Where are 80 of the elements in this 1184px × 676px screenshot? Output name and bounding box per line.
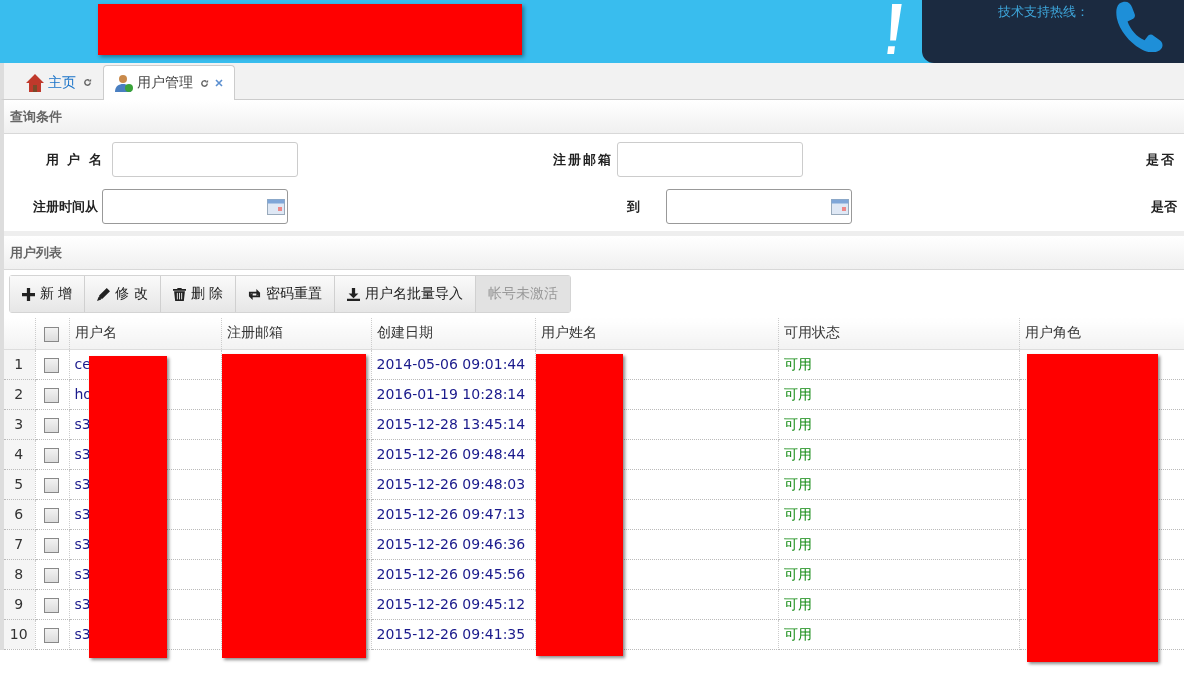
column-header[interactable]: 注册邮箱 bbox=[221, 318, 371, 349]
table-cell: 2015-12-26 09:45:12 bbox=[371, 589, 535, 619]
column-header[interactable]: 可用状态 bbox=[778, 318, 1019, 349]
table-cell: 可用 bbox=[778, 559, 1019, 589]
table-cell: 2014-05-06 09:01:44 bbox=[371, 349, 535, 379]
select-all-checkbox[interactable] bbox=[44, 326, 59, 342]
table-cell: 2015-12-26 09:46:36 bbox=[371, 529, 535, 559]
house-icon bbox=[25, 72, 45, 93]
row-checkbox[interactable] bbox=[44, 627, 59, 643]
download-icon bbox=[347, 287, 361, 301]
field-label: 注册邮箱 bbox=[551, 150, 614, 169]
row-checkbox[interactable] bbox=[44, 567, 59, 583]
row-checkbox[interactable] bbox=[44, 447, 59, 463]
row-number: 5 bbox=[4, 469, 35, 499]
calendar-icon bbox=[267, 198, 285, 215]
tab-label: 主页 bbox=[48, 73, 76, 92]
plus-icon bbox=[22, 287, 35, 301]
column-header[interactable]: 用户姓名 bbox=[535, 318, 778, 349]
table-cell: 可用 bbox=[778, 409, 1019, 439]
field-label: 到 bbox=[626, 197, 641, 216]
tab[interactable]: 主页 bbox=[14, 65, 103, 99]
row-checkbox[interactable] bbox=[44, 357, 59, 373]
table-cell: 2015-12-26 09:45:56 bbox=[371, 559, 535, 589]
row-number: 6 bbox=[4, 499, 35, 529]
row-checkbox[interactable] bbox=[44, 387, 59, 403]
table-cell: 可用 bbox=[778, 619, 1019, 649]
refresh-icon[interactable] bbox=[200, 78, 209, 88]
toolbar-button[interactable]: 新 增 bbox=[10, 276, 86, 312]
toolbar-button[interactable]: 用户名批量导入 bbox=[335, 276, 477, 312]
row-number: 4 bbox=[4, 439, 35, 469]
column-header[interactable]: 创建日期 bbox=[371, 318, 535, 349]
row-checkbox[interactable] bbox=[44, 537, 59, 553]
exclamation-icon bbox=[884, 4, 904, 56]
row-number: 2 bbox=[4, 379, 35, 409]
close-icon[interactable] bbox=[214, 78, 224, 88]
trash-icon bbox=[172, 287, 186, 301]
field-label: 用 户 名 bbox=[44, 150, 105, 169]
table-cell: 可用 bbox=[778, 349, 1019, 379]
row-checkbox[interactable] bbox=[44, 417, 59, 433]
input-field[interactable] bbox=[112, 142, 298, 177]
toolbar-button[interactable]: 修 改 bbox=[85, 276, 161, 312]
table-cell: 可用 bbox=[778, 469, 1019, 499]
row-number: 8 bbox=[4, 559, 35, 589]
row-checkbox[interactable] bbox=[44, 477, 59, 493]
date-field[interactable] bbox=[102, 189, 288, 224]
table-cell: 2015-12-26 09:48:03 bbox=[371, 469, 535, 499]
table-cell: 可用 bbox=[778, 439, 1019, 469]
calendar-icon bbox=[831, 198, 849, 215]
table-cell: 2015-12-28 13:45:14 bbox=[371, 409, 535, 439]
field-label: 注册时间从 bbox=[32, 197, 99, 216]
row-number: 7 bbox=[4, 529, 35, 559]
toolbar-button[interactable]: 删 除 bbox=[160, 276, 237, 312]
row-checkbox[interactable] bbox=[44, 597, 59, 613]
column-header[interactable]: 用户角色 bbox=[1019, 318, 1184, 349]
row-number: 9 bbox=[4, 589, 35, 619]
table-cell: 可用 bbox=[778, 589, 1019, 619]
refresh-icon[interactable] bbox=[83, 78, 92, 87]
tab[interactable]: 用户管理 bbox=[103, 65, 235, 100]
pencil-icon bbox=[97, 287, 111, 301]
table-cell: 可用 bbox=[778, 529, 1019, 559]
repeat-icon bbox=[248, 287, 262, 301]
table-cell: 可用 bbox=[778, 379, 1019, 409]
tab-label: 用户管理 bbox=[137, 74, 193, 92]
table-cell: 2015-12-26 09:48:44 bbox=[371, 439, 535, 469]
hotline-label: 技术支持热线： bbox=[998, 3, 1089, 21]
table-cell: 2015-12-26 09:47:13 bbox=[371, 499, 535, 529]
field-label: 是否 bbox=[1151, 197, 1177, 216]
table-cell: 2016-01-19 10:28:14 bbox=[371, 379, 535, 409]
date-field[interactable] bbox=[666, 189, 852, 224]
table-cell: 2015-12-26 09:41:35 bbox=[371, 619, 535, 649]
toolbar-button[interactable]: 密码重置 bbox=[236, 276, 336, 312]
user-add-icon bbox=[114, 73, 134, 93]
row-number: 10 bbox=[4, 619, 35, 649]
column-header[interactable]: 用户名 bbox=[69, 318, 221, 349]
input-field[interactable] bbox=[616, 142, 803, 177]
field-label: 是否 bbox=[1145, 150, 1177, 169]
row-checkbox[interactable] bbox=[44, 507, 59, 523]
row-number: 1 bbox=[4, 349, 35, 379]
row-number: 3 bbox=[4, 409, 35, 439]
table-cell: 可用 bbox=[778, 499, 1019, 529]
